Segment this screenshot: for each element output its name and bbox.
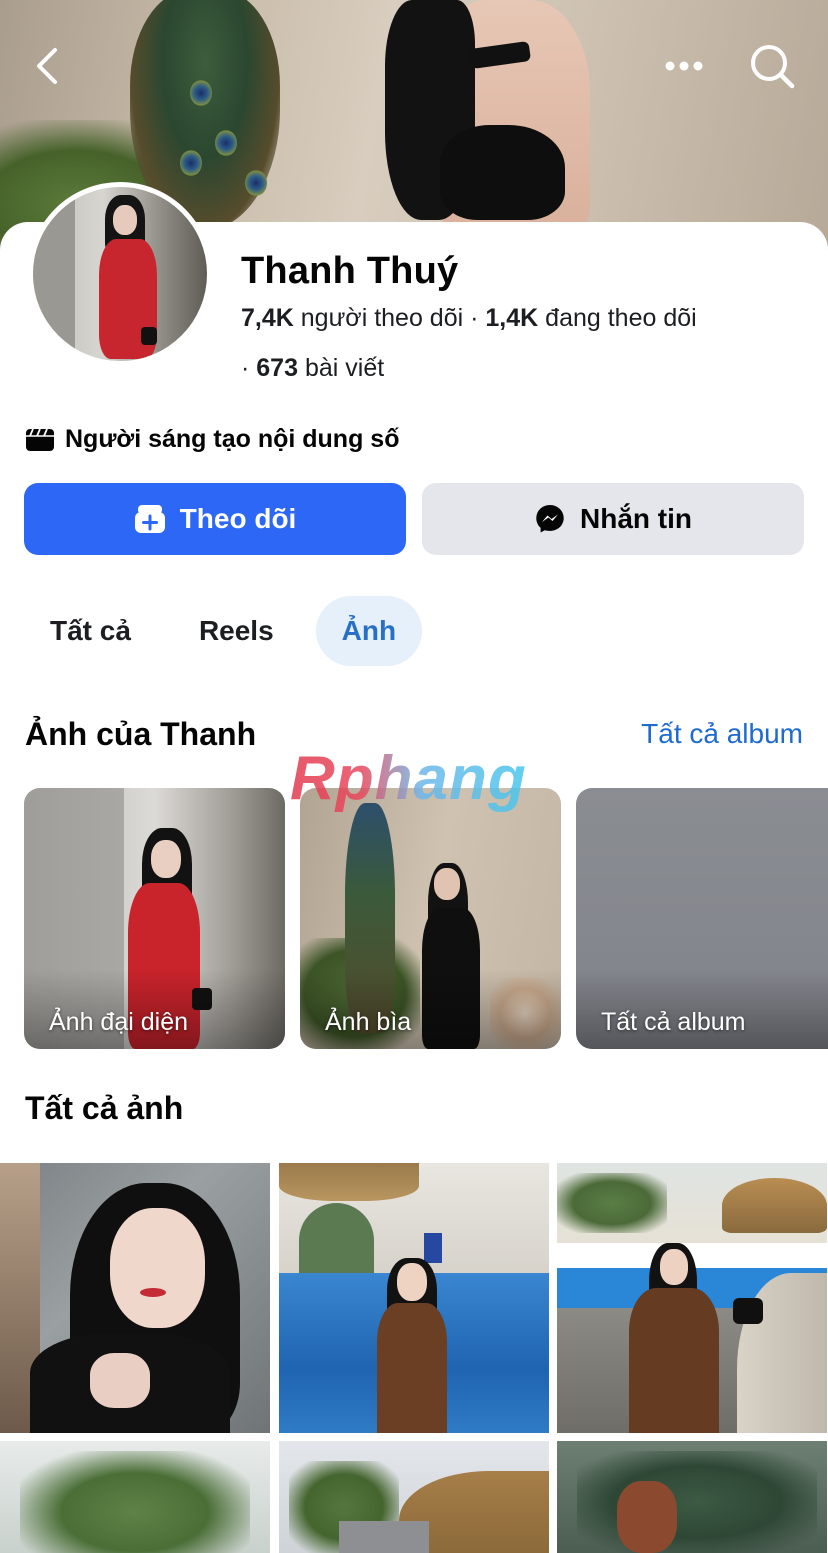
- following-link[interactable]: 1,4K đang theo dõi: [485, 304, 696, 332]
- profile-name: Thanh Thuý: [241, 250, 459, 292]
- album-label: Ảnh bìa: [325, 1008, 412, 1036]
- album-thumbnail-face: [151, 840, 181, 878]
- photo-trees: [557, 1173, 667, 1233]
- add-friend-icon: [134, 505, 165, 533]
- album-thumbnail-bag: [192, 988, 212, 1010]
- all-albums-link[interactable]: Tất cả album: [641, 718, 803, 750]
- photo-monstera-leaves: [577, 1451, 817, 1553]
- album-profile-pictures[interactable]: Ảnh đại diện: [24, 788, 285, 1049]
- album-thumbnail-flowers: [490, 978, 560, 1049]
- message-button[interactable]: Nhắn tin: [422, 483, 804, 555]
- photo-grid-item[interactable]: [0, 1163, 270, 1433]
- peacock-feather-eye: [180, 150, 202, 176]
- album-cover-photos[interactable]: Ảnh bìa: [300, 788, 561, 1049]
- photo-handbag: [733, 1298, 763, 1324]
- following-label: đang theo dõi: [545, 304, 697, 332]
- photo-palm-trees: [20, 1451, 250, 1553]
- more-options-button[interactable]: [656, 40, 712, 92]
- album-thumbnail-peacock: [345, 803, 395, 1033]
- search-button[interactable]: [744, 40, 800, 92]
- photo-grid-item[interactable]: [557, 1441, 827, 1553]
- separator-dot: ·: [470, 304, 486, 332]
- avatar-face: [113, 205, 137, 235]
- clapperboard-icon: [26, 428, 54, 451]
- photo-arch: [299, 1203, 374, 1278]
- avatar-image: [33, 187, 207, 361]
- tab-reels[interactable]: Reels: [173, 596, 300, 666]
- profile-avatar[interactable]: [28, 182, 212, 366]
- chevron-left-icon: [37, 48, 57, 84]
- photo-sign: [424, 1233, 442, 1263]
- photos-section-title: Ảnh của Thanh: [25, 716, 257, 752]
- photo-building: [339, 1521, 429, 1553]
- photo-face: [110, 1208, 205, 1328]
- search-icon: [751, 45, 795, 89]
- photo-face: [397, 1263, 427, 1301]
- more-horizontal-icon: [665, 61, 703, 71]
- separator-dot: ·: [241, 354, 257, 382]
- posts-count: 673: [256, 354, 298, 382]
- category-label: Người sáng tạo nội dung số: [65, 425, 400, 453]
- peacock-feather-eye: [190, 80, 212, 106]
- followers-link[interactable]: 7,4K người theo dõi: [241, 304, 463, 332]
- peacock-feather-eye: [215, 130, 237, 156]
- peacock-feather-eye: [245, 170, 267, 196]
- photo-grid-item[interactable]: [279, 1441, 549, 1553]
- album-label: Ảnh đại diện: [49, 1008, 189, 1036]
- all-photos-title: Tất cả ảnh: [25, 1090, 184, 1126]
- photo-lips: [140, 1288, 166, 1297]
- following-count: 1,4K: [485, 304, 539, 332]
- followers-count: 7,4K: [241, 304, 294, 332]
- posts-label: bài viết: [304, 354, 385, 382]
- message-button-label: Nhắn tin: [580, 503, 692, 534]
- follow-button[interactable]: Theo dõi: [24, 483, 406, 555]
- post-stats: · 673 bài viết: [241, 354, 384, 383]
- album-label: Tất cả album: [601, 1008, 746, 1036]
- photo-thatch-roof: [722, 1178, 827, 1233]
- followers-label: người theo dõi: [300, 304, 464, 332]
- album-thumbnail-dress: [422, 908, 480, 1049]
- messenger-icon: [536, 505, 564, 533]
- photo-face: [660, 1249, 688, 1285]
- photo-grid-item[interactable]: [279, 1163, 549, 1433]
- back-button[interactable]: [22, 40, 74, 92]
- album-all-albums[interactable]: Tất cả album: [576, 788, 828, 1049]
- album-thumbnail-face: [434, 868, 460, 900]
- cover-person-top: [440, 125, 565, 220]
- follow-button-label: Theo dõi: [179, 503, 297, 534]
- profile-category: Người sáng tạo nội dung số: [25, 425, 399, 454]
- photo-brown-dress: [377, 1303, 447, 1433]
- photo-grid-item[interactable]: [0, 1441, 270, 1553]
- tab-all[interactable]: Tất cả: [24, 596, 157, 666]
- avatar-handbag: [141, 327, 157, 345]
- photo-skin: [90, 1353, 150, 1408]
- avatar-wall: [33, 187, 75, 361]
- watermark-logo: Rphang: [290, 744, 527, 813]
- tab-photos[interactable]: Ảnh: [315, 596, 423, 666]
- photo-pot: [617, 1481, 677, 1553]
- follow-stats: 7,4K người theo dõi · 1,4K đang theo dõi: [241, 304, 697, 333]
- photo-thatch-roof: [279, 1163, 419, 1201]
- profile-tabs: Tất cả Reels Ảnh: [24, 596, 423, 666]
- photo-grid-item[interactable]: [557, 1163, 827, 1433]
- photo-brown-dress: [629, 1288, 719, 1433]
